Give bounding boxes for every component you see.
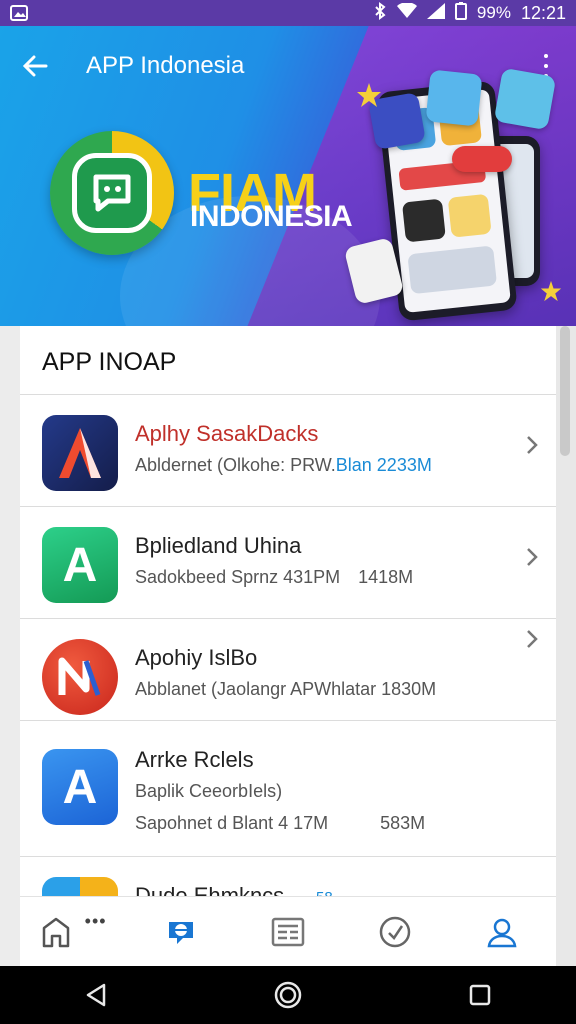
letter-a-logo-icon	[59, 428, 101, 478]
hero-banner: APP Indonesia FIAM INDONESIA	[0, 26, 576, 326]
home-icon	[42, 917, 69, 947]
app-icon: A	[42, 749, 118, 825]
app-list: Aplhy SasakDacks Abldernet (Olkohe: PRW.…	[20, 394, 556, 966]
history-icon	[379, 916, 411, 947]
profile-icon	[487, 918, 517, 947]
app-size: 1418M	[358, 567, 414, 587]
floating-app-tile	[452, 146, 512, 172]
app-meta-secondary: Sapohnet d Blant 4 17M 583M	[135, 813, 426, 833]
triangle-back-icon	[86, 983, 106, 1007]
app-icon-letter: A	[62, 538, 98, 592]
bottom-navigation: •••	[20, 896, 556, 966]
chevron-right-icon	[527, 548, 538, 566]
system-home-button[interactable]	[264, 971, 312, 1019]
system-back-button[interactable]	[72, 971, 120, 1019]
nav-history[interactable]	[342, 897, 449, 967]
app-name: Apohiy IslBo	[135, 645, 258, 670]
app-name: Bpliedland Uhina	[135, 533, 302, 558]
app-icon	[42, 415, 118, 491]
back-button[interactable]	[0, 26, 70, 106]
page-title: APP Indonesia	[86, 52, 245, 79]
app-size: 583M	[380, 813, 426, 833]
nav-assistant[interactable]	[127, 897, 234, 967]
status-bar: 99% 12:21	[0, 0, 576, 26]
section-title: APP INOAP	[42, 348, 177, 376]
system-navigation-bar	[0, 966, 576, 1024]
letter-n-logo-icon	[58, 657, 101, 696]
square-recents-icon	[469, 984, 491, 1006]
app-list-card: APP INOAP Aplhy SasakDacks Abldernet (Ol…	[20, 326, 556, 966]
signal-icon	[426, 2, 445, 24]
more-dots: •••	[84, 911, 107, 931]
list-item[interactable]: Apohiy IslBo Abblanet (Jaolangr APWhlata…	[20, 618, 556, 720]
clock: 12:21	[520, 2, 566, 23]
nav-home[interactable]: •••	[20, 897, 127, 967]
brand-logo	[50, 131, 174, 255]
app-size: Blan 2233M	[335, 455, 432, 475]
chevron-right-icon	[527, 436, 538, 454]
banner-subtitle: INDONESIA	[190, 200, 353, 233]
app-meta: Baplik CeeorbIels)	[135, 781, 283, 801]
wifi-icon	[396, 1, 417, 24]
floating-app-tile	[493, 67, 557, 131]
scrollbar[interactable]	[556, 326, 576, 966]
news-icon	[271, 917, 305, 946]
bluetooth-icon	[373, 1, 387, 25]
circle-home-icon	[274, 981, 302, 1009]
app-meta: Abldernet (Olkohe: PRW.Blan 2233M	[135, 455, 432, 475]
list-item[interactable]: A Arrke Rclels Baplik CeeorbIels) Sapohn…	[20, 720, 556, 856]
star-icon	[357, 83, 381, 107]
chevron-right-icon	[527, 630, 538, 648]
battery-percent: 99%	[476, 3, 511, 22]
gallery-notification-icon	[10, 4, 34, 22]
app-icon-letter: A	[62, 760, 98, 814]
battery-icon	[454, 1, 467, 25]
chat-icon	[72, 153, 152, 233]
list-item[interactable]: Aplhy SasakDacks Abldernet (Olkohe: PRW.…	[20, 394, 556, 506]
list-item[interactable]: A Bpliedland Uhina Sadokbeed Sprnz 431PM…	[20, 506, 556, 618]
system-recents-button[interactable]	[456, 971, 504, 1019]
app-icon: A	[42, 527, 118, 603]
arrow-left-icon	[22, 55, 48, 77]
app-icon	[42, 639, 118, 715]
nav-profile[interactable]	[449, 897, 556, 967]
star-icon	[540, 280, 562, 302]
app-name: Aplhy SasakDacks	[135, 421, 319, 446]
app-name: Arrke Rclels	[135, 747, 254, 772]
app-meta: Sadokbeed Sprnz 431PM 1418M	[135, 567, 414, 587]
assistant-icon	[168, 921, 193, 944]
nav-news[interactable]	[234, 897, 341, 967]
app-meta: Abblanet (Jaolangr APWhlatar 1830M	[135, 679, 437, 699]
floating-app-tile	[425, 69, 483, 127]
